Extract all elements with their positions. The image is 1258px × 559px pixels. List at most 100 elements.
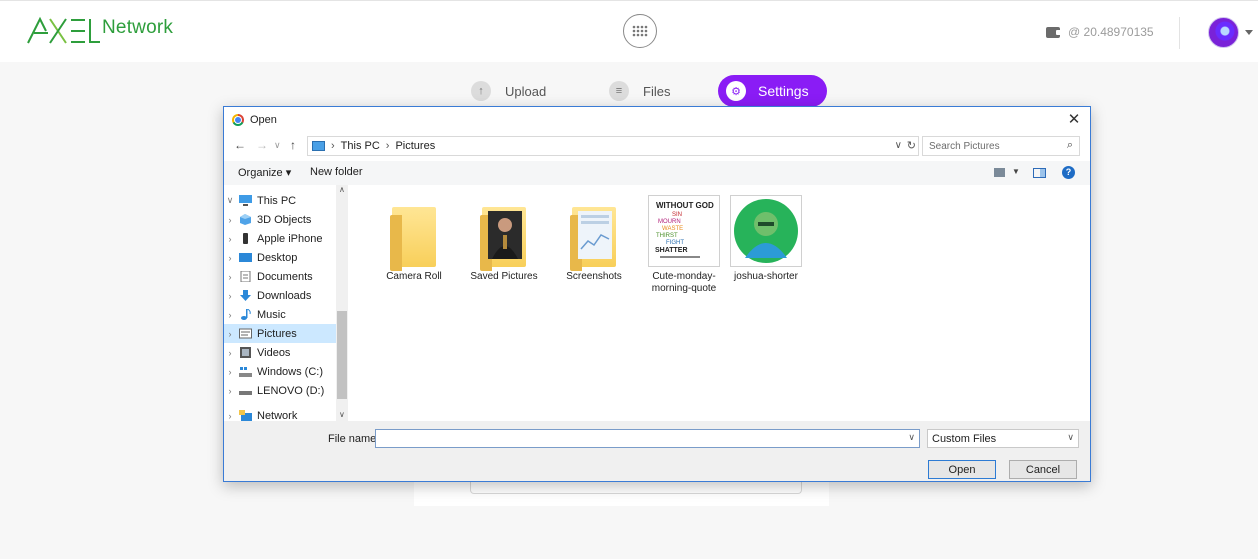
file-name-input[interactable]: ∨: [375, 429, 920, 448]
cancel-button[interactable]: Cancel: [1009, 460, 1077, 479]
picture-icon: [239, 328, 252, 339]
nav-item-label: Desktop: [257, 251, 298, 264]
document-icon: [240, 271, 251, 282]
wallet-balance[interactable]: @ 20.48970135: [1046, 25, 1154, 39]
preview-pane-icon[interactable]: [1033, 168, 1046, 178]
file-item-saved-pictures[interactable]: Saved Pictures: [461, 193, 547, 283]
file-item-label: Camera Roll: [386, 271, 442, 282]
chevron-right-icon[interactable]: ›: [224, 253, 236, 263]
file-item-label: Screenshots: [566, 271, 622, 282]
nav-item-pictures[interactable]: › Pictures: [224, 324, 336, 343]
chevron-down-icon[interactable]: ▼: [1012, 167, 1020, 176]
nav-pane-scrollbar[interactable]: ∧ ∨: [336, 185, 348, 421]
expanded-chevron-icon[interactable]: ∨: [224, 195, 236, 206]
chevron-right-icon[interactable]: ›: [224, 310, 236, 320]
up-arrow-icon[interactable]: ↑: [290, 138, 296, 152]
nav-item-videos[interactable]: › Videos: [224, 343, 336, 362]
nav-item-desktop[interactable]: › Desktop: [224, 248, 336, 267]
new-folder-button[interactable]: New folder: [310, 166, 363, 178]
chevron-right-icon[interactable]: ›: [224, 411, 236, 421]
chevron-right-icon[interactable]: ›: [224, 386, 236, 396]
back-arrow-icon[interactable]: ←: [234, 138, 246, 152]
account-menu[interactable]: [1208, 17, 1253, 48]
nav-item-windows-c[interactable]: › Windows (C:): [224, 362, 336, 381]
main-tabs: ↑ Upload ≡ Files ⚙ Settings: [0, 75, 1258, 107]
nav-item-documents[interactable]: › Documents: [224, 267, 336, 286]
nav-item-label: Windows (C:): [257, 365, 324, 378]
chevron-right-icon[interactable]: ›: [224, 234, 236, 244]
chevron-right-icon[interactable]: ›: [224, 367, 236, 377]
scroll-down-chevron-icon[interactable]: ∨: [339, 410, 345, 419]
file-list: Camera Roll Saved Pictures Screenshots W…: [349, 185, 1089, 421]
folder-icon: [570, 207, 616, 271]
nav-item-network[interactable]: › Network: [224, 406, 336, 421]
nav-item-downloads[interactable]: › Downloads: [224, 286, 336, 305]
nav-item-lenovo-d[interactable]: › LENOVO (D:): [224, 381, 336, 400]
tab-settings-label: Settings: [758, 83, 809, 99]
chrome-icon: [232, 114, 244, 126]
scroll-up-chevron-icon[interactable]: ∧: [339, 185, 345, 194]
address-row: ← → ∨ ↑ › This PC › Pictures ∨ ↻ Search …: [224, 135, 1090, 157]
file-name-label: File name:: [328, 433, 380, 445]
open-button[interactable]: Open: [928, 460, 996, 479]
nav-item-label: Pictures: [257, 327, 297, 340]
recent-locations-chevron-icon[interactable]: ∨: [274, 140, 281, 151]
chevron-right-icon[interactable]: ›: [224, 291, 236, 301]
breadcrumb-this-pc[interactable]: This PC: [341, 140, 380, 152]
help-icon[interactable]: ?: [1062, 166, 1075, 179]
chevron-right-icon[interactable]: ›: [224, 348, 236, 358]
close-icon[interactable]: ✕: [1064, 110, 1084, 128]
search-input[interactable]: Search Pictures ⌕: [922, 136, 1080, 156]
avatar: [1208, 17, 1239, 48]
breadcrumb-pictures[interactable]: Pictures: [395, 140, 435, 152]
wallet-icon: [1046, 26, 1061, 38]
file-item-camera-roll[interactable]: Camera Roll: [371, 193, 457, 283]
chevron-right-icon[interactable]: ›: [224, 272, 236, 282]
chevron-down-icon: [1245, 30, 1253, 35]
chevron-right-icon[interactable]: ›: [224, 215, 236, 225]
forward-arrow-icon[interactable]: →: [256, 138, 268, 152]
wallet-balance-value: @ 20.48970135: [1068, 25, 1154, 39]
chevron-right-icon[interactable]: ›: [224, 329, 236, 339]
nav-item-this-pc[interactable]: ∨ This PC: [224, 191, 336, 210]
this-pc-icon: [312, 141, 325, 151]
chevron-down-icon[interactable]: ∨: [908, 432, 915, 443]
nav-item-apple-iphone[interactable]: › Apple iPhone: [224, 229, 336, 248]
nav-item-music[interactable]: › Music: [224, 305, 336, 324]
nav-item-label: Videos: [257, 346, 291, 359]
drive-icon: [239, 367, 252, 377]
monitor-icon: [239, 195, 252, 206]
refresh-icon[interactable]: ↻: [907, 139, 916, 152]
chevron-down-icon[interactable]: ∨: [895, 140, 902, 151]
portrait-image-thumbnail: [730, 195, 802, 267]
gear-icon: ⚙: [726, 81, 746, 101]
dialog-title-bar[interactable]: Open ✕: [224, 107, 1090, 133]
file-item-label: joshua-shorter: [734, 271, 798, 282]
change-view-icon[interactable]: [994, 168, 1005, 177]
quote-word-7: SHATTER: [655, 247, 688, 254]
tab-settings[interactable]: ⚙ Settings: [718, 75, 827, 107]
file-item-screenshots[interactable]: Screenshots: [551, 193, 637, 283]
apps-grid-button[interactable]: [623, 14, 657, 48]
command-bar: Organize ▾ New folder ▼ ?: [224, 161, 1090, 185]
file-item-cute-monday-morning-quote[interactable]: WITHOUT GOD SIN MOURN WASTE THIRST FIGHT…: [641, 193, 727, 295]
folder-icon: [480, 207, 526, 271]
tab-files[interactable]: ≡ Files: [609, 75, 670, 107]
file-type-select[interactable]: Custom Files ∨: [927, 429, 1079, 448]
word-cloud-image: WITHOUT GOD SIN MOURN WASTE THIRST FIGHT…: [652, 198, 716, 264]
address-bar[interactable]: › This PC › Pictures ∨ ↻: [307, 136, 919, 156]
quote-word-4: WASTE: [662, 226, 683, 232]
nav-item-3d-objects[interactable]: › 3D Objects: [224, 210, 336, 229]
scrollbar-thumb[interactable]: [337, 311, 347, 399]
nav-item-label: Apple iPhone: [257, 232, 323, 245]
breadcrumb-separator-icon: ›: [331, 140, 335, 152]
breadcrumb-separator-icon: ›: [385, 140, 390, 152]
file-item-joshua-shorter[interactable]: joshua-shorter: [723, 193, 809, 283]
grid-dots-icon: [632, 25, 648, 37]
quote-word-1: WITHOUT GOD: [656, 201, 714, 210]
nav-item-label: Downloads: [257, 289, 312, 302]
logo[interactable]: Network: [26, 15, 173, 49]
open-file-dialog: Open ✕ ← → ∨ ↑ › This PC › Pictures ∨ ↻ …: [223, 106, 1091, 482]
tab-upload[interactable]: ↑ Upload: [471, 75, 546, 107]
organize-button[interactable]: Organize ▾: [238, 166, 291, 179]
